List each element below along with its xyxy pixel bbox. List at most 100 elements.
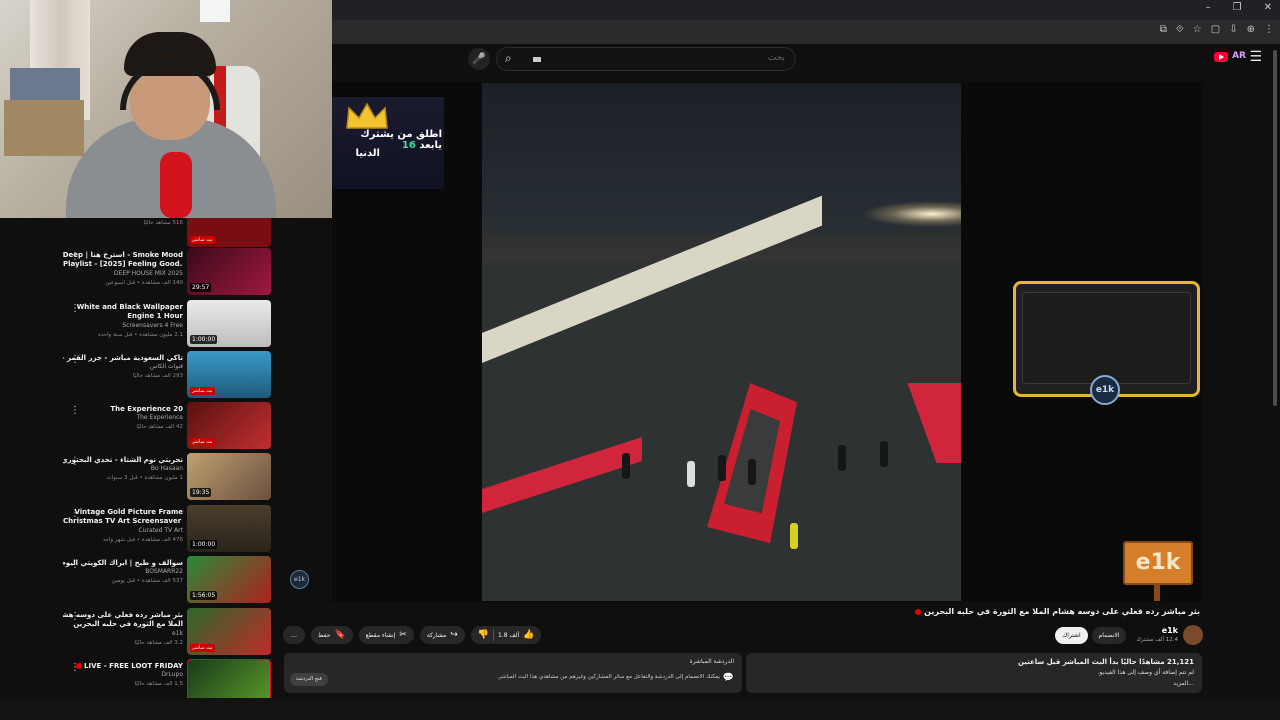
more-actions-button[interactable]: … <box>283 626 305 644</box>
description-more-link[interactable]: ...المزيد <box>1173 680 1194 687</box>
join-button[interactable]: الانضمام <box>1092 627 1126 644</box>
clip-button[interactable]: إنشاء مقطع ✂ <box>358 626 414 644</box>
share-button[interactable]: مشاركة ↪ <box>419 626 465 644</box>
youtube-header: 🎤 ⌕ بحث AR ☰ <box>332 44 1280 74</box>
video-actions-bar: … حفظ 🔖 إنشاء مقطع ✂ مشاركة ↪ 👎 1.8 ألف … <box>283 626 542 644</box>
channel-name[interactable]: Curated TV Art <box>63 527 184 534</box>
screenshot-icon[interactable]: ⧉ <box>1160 24 1167 35</box>
page-scrollbar[interactable] <box>1273 50 1277 406</box>
video-meta: 293 ألف مشاهد حاليًا <box>132 373 183 379</box>
save-label: حفظ <box>318 631 331 639</box>
video-title-line2[interactable]: Engine 1 Hour <box>63 312 183 320</box>
video-title[interactable]: Smoke Mood - استرخ هنا | Deep <box>63 251 183 260</box>
video-title-line2[interactable]: Christmas TV Art Screensaver |... <box>63 517 183 525</box>
address-bar[interactable]: ⧉ ⟐ ☆ ▢ ⇩ ⊕ ⋮ <box>332 20 1280 44</box>
video-thumbnail[interactable]: بث مباشر <box>187 218 271 247</box>
video-title[interactable]: تجربتي نوم الشتاء - تحدي البحتوري <box>63 456 183 465</box>
video-title-line2[interactable]: Playlist - [2025] Feeling Good... <box>63 260 183 268</box>
video-thumbnail[interactable]: 29:57 <box>187 248 271 295</box>
like-count: 1.8 ألف <box>497 631 520 639</box>
live-dot-icon <box>915 608 922 615</box>
list-item[interactable]: ⋮ LIVE - FREE LOOT FRIDAY DrLupo 1.5 ألف… <box>0 659 282 698</box>
channel-name[interactable]: DrLupo <box>63 671 183 678</box>
channel-avatar[interactable] <box>1183 625 1203 645</box>
guide-menu-icon[interactable]: ☰ <box>1249 49 1262 65</box>
channel-name-main[interactable]: e1k <box>1130 626 1178 635</box>
video-thumbnail[interactable] <box>187 659 271 698</box>
channel-name[interactable]: DEEP HOUSE MIX 2025 <box>63 270 183 277</box>
profile-icon[interactable]: ⊕ <box>1247 24 1255 35</box>
open-chat-button[interactable]: فتح الدردشة <box>290 673 328 686</box>
search-icon[interactable]: ⌕ <box>505 51 512 66</box>
video-title-main-text: بثر مباشر رده فعلي على دوسه هشام الملا م… <box>924 607 1200 616</box>
channel-subscriber-count: 12.4 ألف مشترك <box>1136 637 1178 643</box>
video-title[interactable]: White and Black Wallpaper <box>63 303 183 312</box>
bookmark-star-icon[interactable]: ☆ <box>1193 24 1202 35</box>
like-icon[interactable]: 👍 <box>523 630 534 640</box>
translate-icon[interactable]: ⟐ <box>1176 24 1184 35</box>
search-input[interactable]: ⌕ بحث <box>496 47 796 71</box>
close-icon[interactable]: ✕ <box>1264 2 1272 13</box>
list-item[interactable]: ⋮ بث مباشر The Experience 20 The Experie… <box>0 402 282 452</box>
video-title-text: LIVE - FREE LOOT FRIDAY <box>84 662 183 670</box>
description-box[interactable]: 21,121 مشاهدًا حاليًا بدأ البث المباشر ق… <box>746 653 1202 693</box>
video-meta: 2.1 مليون مشاهدة • قبل سنة واحدة <box>97 332 183 338</box>
video-duration: 1:00:00 <box>190 540 218 549</box>
youtube-logo-region: AR <box>1232 51 1246 61</box>
video-thumbnail[interactable]: بث مباشر <box>187 402 271 449</box>
extensions-icon[interactable]: ▢ <box>1211 24 1220 35</box>
video-meta: 476 ألف مشاهدة • قبل شهر واحد <box>102 537 183 543</box>
minimize-icon[interactable]: – <box>1206 2 1211 13</box>
list-item[interactable]: ⋮ بث مباشر بثر مباشر رده فعلي على دوسه ه… <box>0 608 282 658</box>
video-thumbnail[interactable]: بث مباشر <box>187 351 271 398</box>
channel-name[interactable]: Screensavers 4 Free <box>63 322 183 329</box>
channel-name[interactable]: e1k <box>63 630 183 637</box>
video-thumbnail[interactable]: 1:56:05 <box>187 556 271 603</box>
description-text: لم تتم إضافة أي وصف إلى هذا الفيديو. <box>1097 669 1194 676</box>
list-item[interactable]: ⋮ 19:35 تجربتي نوم الشتاء - تحدي البحتور… <box>0 453 282 503</box>
video-frame[interactable] <box>482 83 961 601</box>
mini-channel-logo: e1k <box>290 570 309 589</box>
channel-name[interactable]: قنوات الكاس <box>63 363 183 370</box>
video-title[interactable]: سوالف و طبخ | ابراك الكويتي اليوم <box>63 559 183 568</box>
webcam-overlay <box>0 0 332 218</box>
video-title[interactable]: بثر مباشر رده فعلي على دوسه هشام <box>63 611 183 620</box>
taskbar <box>0 698 1280 720</box>
video-title[interactable]: LIVE - FREE LOOT FRIDAY <box>63 662 183 671</box>
like-dislike-group: 👎 1.8 ألف 👍 <box>470 626 542 644</box>
download-icon[interactable]: ⇩ <box>1229 24 1237 35</box>
video-title[interactable]: Vintage Gold Picture Frame <box>63 508 183 517</box>
subscribe-button[interactable]: اشتراك <box>1055 627 1088 644</box>
dislike-icon[interactable]: 👎 <box>478 630 489 640</box>
video-meta: 516 مشاهد حاليًا <box>143 220 183 226</box>
like-separator <box>492 629 494 641</box>
list-item[interactable]: ⋮ بث مباشر تاكي السعودية مباشر - جزر الق… <box>0 351 282 401</box>
video-thumbnail[interactable]: 1:00:00 <box>187 300 271 347</box>
browser-menu-icon[interactable]: ⋮ <box>1264 24 1274 35</box>
voice-search-icon[interactable]: 🎤 <box>468 48 490 70</box>
video-meta: 1.5 ألف مشاهد حاليًا <box>134 681 183 687</box>
video-thumbnail[interactable]: بث مباشر <box>187 608 271 655</box>
video-duration: 29:57 <box>190 283 212 292</box>
list-item[interactable]: ⋮ 1:56:05 سوالف و طبخ | ابراك الكويتي ال… <box>0 556 282 606</box>
list-item[interactable]: ⋮ 1:00:00 Vintage Gold Picture Frame Chr… <box>0 505 282 555</box>
list-item[interactable]: ⋮ 1:00:00 White and Black Wallpaper Engi… <box>0 300 282 350</box>
video-thumbnail[interactable]: 1:00:00 <box>187 505 271 552</box>
live-badge: بث مباشر <box>190 387 215 395</box>
channel-name[interactable]: Bo Hasaan <box>63 465 183 472</box>
list-item[interactable]: ⋮ 29:57 Smoke Mood - استرخ هنا | Deep Pl… <box>0 248 282 298</box>
bookmark-icon: 🔖 <box>334 630 346 640</box>
share-label: مشاركة <box>426 631 447 639</box>
video-person <box>790 523 798 549</box>
video-title[interactable]: تاكي السعودية مباشر - جزر القمر - السعود… <box>63 354 183 363</box>
youtube-logo-icon[interactable] <box>1214 52 1228 62</box>
maximize-icon[interactable]: ❐ <box>1233 2 1242 13</box>
video-title-line2[interactable]: الملا مع الثورة في حلبه البحرين <box>63 620 183 628</box>
video-title[interactable]: The Experience 20 <box>63 405 183 414</box>
video-meta: 140 ألف مشاهدة • قبل أسبوعين <box>105 280 183 286</box>
video-thumbnail[interactable]: 19:35 <box>187 453 271 500</box>
channel-name[interactable]: The Experience <box>63 414 183 421</box>
channel-name[interactable]: BOSMARR22 <box>63 568 183 575</box>
list-item[interactable]: بث مباشر 516 مشاهد حاليًا <box>0 218 282 250</box>
save-button[interactable]: حفظ 🔖 <box>311 626 353 644</box>
